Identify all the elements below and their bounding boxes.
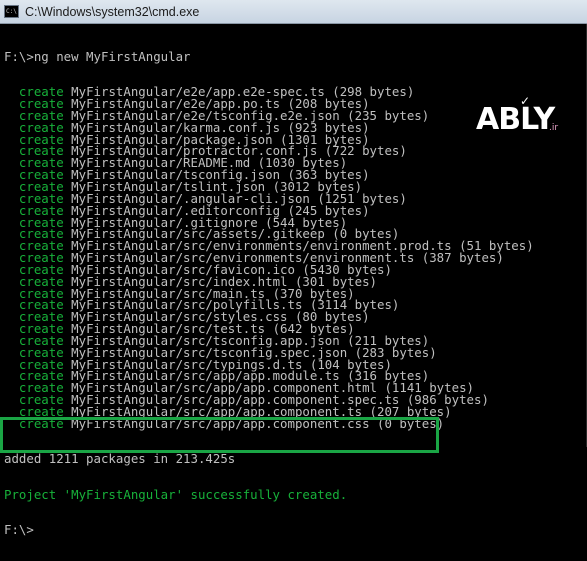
logo-suffix: .ir [549,123,559,133]
console-output[interactable]: F:\>ng new MyFirstAngular create MyFirst… [0,24,587,536]
logo-text: ABLY [476,102,555,137]
created-file-path: MyFirstAngular/src/app/app.component.css… [71,415,445,431]
cmd-icon: C:\ [4,5,19,18]
command-line: F:\>ng new MyFirstAngular [4,48,191,64]
ably-logo: ✓ ABLY .ir [476,94,560,139]
success-message: Project 'MyFirstAngular' successfully cr… [4,486,348,502]
title-bar[interactable]: C:\ C:\Windows\system32\cmd.exe [0,0,587,24]
create-keyword: create [18,415,64,431]
created-files-list: create MyFirstAngular/e2e/app.e2e-spec.t… [4,86,534,431]
window-title: C:\Windows\system32\cmd.exe [25,4,200,19]
summary-line: added 1211 packages in 213.425s [4,451,236,467]
console-lines: F:\>ng new MyFirstAngular create MyFirst… [4,27,534,560]
create-line: create MyFirstAngular/src/app/app.compon… [4,415,534,431]
prompt-line: F:\> [4,522,34,538]
